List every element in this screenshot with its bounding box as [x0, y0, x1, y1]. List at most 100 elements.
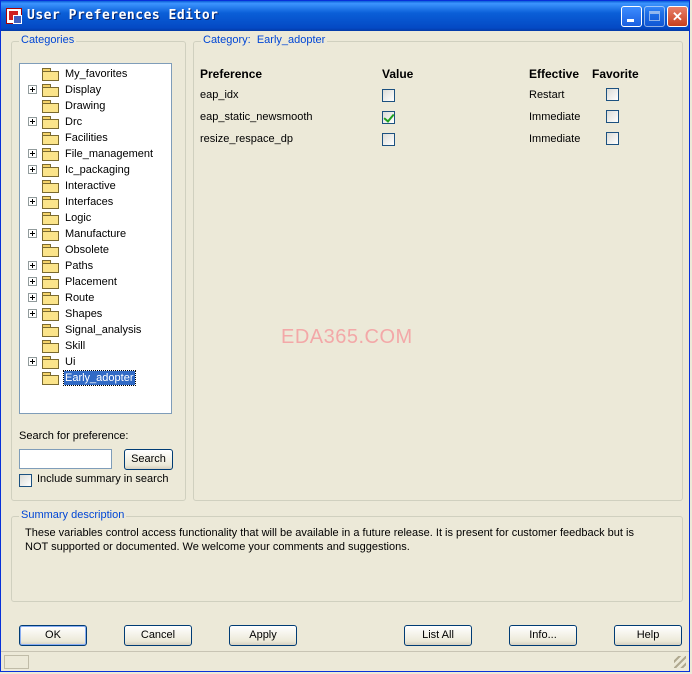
- close-icon: ✕: [672, 9, 683, 24]
- expand-plus-icon[interactable]: [28, 197, 37, 206]
- expand-plus-icon[interactable]: [28, 261, 37, 270]
- tree-item-label: Route: [65, 292, 95, 304]
- preference-value-checkbox[interactable]: [382, 89, 395, 102]
- tree-item-label: Drawing: [65, 100, 106, 112]
- tree-item[interactable]: Manufacture: [20, 226, 170, 242]
- close-button[interactable]: ✕: [667, 6, 688, 27]
- folder-icon: [42, 180, 59, 193]
- tree-item[interactable]: Ui: [20, 354, 170, 370]
- tree-item-label: Interfaces: [65, 196, 114, 208]
- tree-item[interactable]: Placement: [20, 274, 170, 290]
- tree-item-label: My_favorites: [65, 68, 128, 80]
- include-summary-checkbox[interactable]: [19, 474, 32, 487]
- effective-column-header: Effective: [529, 67, 580, 81]
- preference-value-checkbox[interactable]: [382, 133, 395, 146]
- folder-icon: [42, 324, 59, 337]
- tree-item-label: Interactive: [65, 180, 116, 192]
- tree-item[interactable]: Early_adopter: [20, 370, 170, 386]
- category-tree[interactable]: My_favorites Display Drawing Drc Facilities F…: [19, 63, 172, 414]
- tree-item[interactable]: File_management: [20, 146, 170, 162]
- expand-plus-icon[interactable]: [28, 85, 37, 94]
- tree-item[interactable]: Drc: [20, 114, 170, 130]
- info-button[interactable]: Info...: [509, 625, 577, 646]
- minimize-button[interactable]: [621, 6, 642, 27]
- apply-button[interactable]: Apply: [229, 625, 297, 646]
- tree-item-label: Ui: [65, 356, 76, 368]
- tree-item[interactable]: Interfaces: [20, 194, 170, 210]
- tree-item-label: Obsolete: [65, 244, 110, 256]
- expand-plus-icon[interactable]: [28, 165, 37, 174]
- maximize-icon: [649, 11, 660, 21]
- expand-plus-icon[interactable]: [28, 293, 37, 302]
- expand-plus-icon[interactable]: [28, 229, 37, 238]
- expand-plus-icon[interactable]: [28, 277, 37, 286]
- folder-icon: [42, 212, 59, 225]
- preference-favorite-checkbox[interactable]: [606, 132, 619, 145]
- preference-name: resize_respace_dp: [200, 133, 293, 145]
- cancel-button[interactable]: Cancel: [124, 625, 192, 646]
- search-button[interactable]: Search: [124, 449, 173, 470]
- preference-effective: Immediate: [529, 133, 581, 145]
- favorite-column-header: Favorite: [592, 67, 639, 81]
- preference-favorite-checkbox[interactable]: [606, 110, 619, 123]
- include-summary-label: Include summary in search: [37, 473, 169, 485]
- resize-grip-icon[interactable]: [674, 656, 686, 668]
- category-legend: Category: Early_adopter: [201, 34, 328, 46]
- tree-item-label: Ic_packaging: [65, 164, 130, 176]
- folder-icon: [42, 132, 59, 145]
- tree-item-label: Logic: [65, 212, 92, 224]
- folder-icon: [42, 84, 59, 97]
- expand-plus-icon[interactable]: [28, 117, 37, 126]
- categories-legend: Categories: [19, 34, 77, 46]
- tree-item[interactable]: Route: [20, 290, 170, 306]
- preference-effective: Immediate: [529, 111, 581, 123]
- folder-icon: [42, 116, 59, 129]
- tree-item-label: Display: [65, 84, 102, 96]
- folder-icon: [42, 100, 59, 113]
- minimize-icon: [627, 19, 634, 22]
- search-input[interactable]: [19, 449, 112, 469]
- expand-plus-icon[interactable]: [28, 357, 37, 366]
- folder-icon: [42, 372, 59, 385]
- expand-plus-icon[interactable]: [28, 149, 37, 158]
- tree-item-label: Skill: [65, 340, 86, 352]
- tree-item[interactable]: Signal_analysis: [20, 322, 170, 338]
- preference-column-header: Preference: [200, 67, 263, 81]
- folder-icon: [42, 228, 59, 241]
- folder-icon: [42, 148, 59, 161]
- expand-plus-icon[interactable]: [28, 309, 37, 318]
- title-bar[interactable]: User Preferences Editor ✕: [1, 1, 689, 31]
- tree-item[interactable]: Skill: [20, 338, 170, 354]
- tree-item[interactable]: Interactive: [20, 178, 170, 194]
- tree-item-label: Shapes: [65, 308, 103, 320]
- tree-item[interactable]: Facilities: [20, 130, 170, 146]
- list-all-button[interactable]: List All: [404, 625, 472, 646]
- tree-item[interactable]: Ic_packaging: [20, 162, 170, 178]
- preference-value-checkbox[interactable]: [382, 111, 395, 124]
- tree-item[interactable]: Logic: [20, 210, 170, 226]
- tree-item-label: Signal_analysis: [65, 324, 142, 336]
- folder-icon: [42, 340, 59, 353]
- value-column-header: Value: [382, 67, 414, 81]
- tree-item[interactable]: Obsolete: [20, 242, 170, 258]
- watermark: EDA365.COM: [281, 326, 413, 348]
- folder-icon: [42, 356, 59, 369]
- help-button[interactable]: Help: [614, 625, 682, 646]
- tree-item-label: Early_adopter: [63, 370, 136, 386]
- tree-item-label: Placement: [65, 276, 117, 288]
- ok-button[interactable]: OK: [19, 625, 87, 646]
- folder-icon: [42, 260, 59, 273]
- folder-icon: [42, 244, 59, 257]
- folder-icon: [42, 164, 59, 177]
- tree-item[interactable]: My_favorites: [20, 66, 170, 82]
- tree-item-label: Facilities: [65, 132, 108, 144]
- tree-item[interactable]: Drawing: [20, 98, 170, 114]
- preference-favorite-checkbox[interactable]: [606, 88, 619, 101]
- tree-item[interactable]: Display: [20, 82, 170, 98]
- search-label: Search for preference:: [19, 430, 129, 442]
- preference-name: eap_static_newsmooth: [200, 111, 313, 123]
- window-title: User Preferences Editor: [27, 8, 219, 23]
- tree-item[interactable]: Paths: [20, 258, 170, 274]
- preferences-window: User Preferences Editor ✕ Categories My_…: [0, 0, 690, 672]
- tree-item[interactable]: Shapes: [20, 306, 170, 322]
